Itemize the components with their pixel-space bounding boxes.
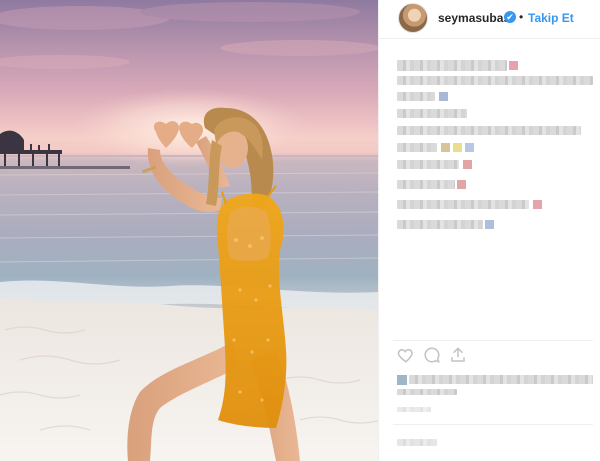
follow-button[interactable]: Takip Et xyxy=(528,11,574,25)
comment-line xyxy=(397,160,459,169)
emoji-redacted xyxy=(441,143,450,152)
heart-icon[interactable] xyxy=(397,346,415,364)
post-header: seymasubasi ✔ • Takip Et xyxy=(379,0,600,39)
photo-illustration xyxy=(0,2,378,461)
post-side-panel: seymasubasi ✔ • Takip Et xyxy=(379,0,600,461)
timestamp-line xyxy=(397,407,431,412)
liker-avatar-redacted xyxy=(397,375,407,385)
actions-separator xyxy=(393,340,593,341)
post-view: seymasubasi ✔ • Takip Et xyxy=(0,0,600,461)
comment-line xyxy=(397,180,455,189)
header-separator: • xyxy=(519,10,524,24)
verified-badge-icon: ✔ xyxy=(504,11,516,23)
comment-line xyxy=(397,220,483,229)
emoji-redacted xyxy=(509,61,518,70)
emoji-redacted xyxy=(457,180,466,189)
comment-line xyxy=(397,126,581,135)
comment-line xyxy=(397,200,529,209)
clouds xyxy=(0,2,378,69)
comment-icon[interactable] xyxy=(423,346,441,364)
username-link[interactable]: seymasubasi xyxy=(438,11,513,25)
caption-line xyxy=(397,60,507,71)
emoji-redacted xyxy=(485,220,494,229)
share-icon[interactable] xyxy=(449,346,467,364)
comment-box-separator xyxy=(393,424,593,425)
add-comment-field[interactable] xyxy=(397,439,437,446)
caption-line xyxy=(397,76,593,85)
emoji-redacted xyxy=(453,143,462,152)
comment-line xyxy=(397,143,437,152)
emoji-redacted xyxy=(533,200,542,209)
comment-line xyxy=(397,109,467,118)
avatar[interactable] xyxy=(398,3,428,33)
emoji-redacted xyxy=(463,160,472,169)
post-photo[interactable] xyxy=(0,0,378,461)
emoji-redacted xyxy=(439,92,448,101)
horizon xyxy=(0,155,378,157)
likes-line xyxy=(409,375,593,384)
likes-line xyxy=(397,389,457,395)
emoji-redacted xyxy=(465,143,474,152)
caption-line xyxy=(397,92,435,101)
